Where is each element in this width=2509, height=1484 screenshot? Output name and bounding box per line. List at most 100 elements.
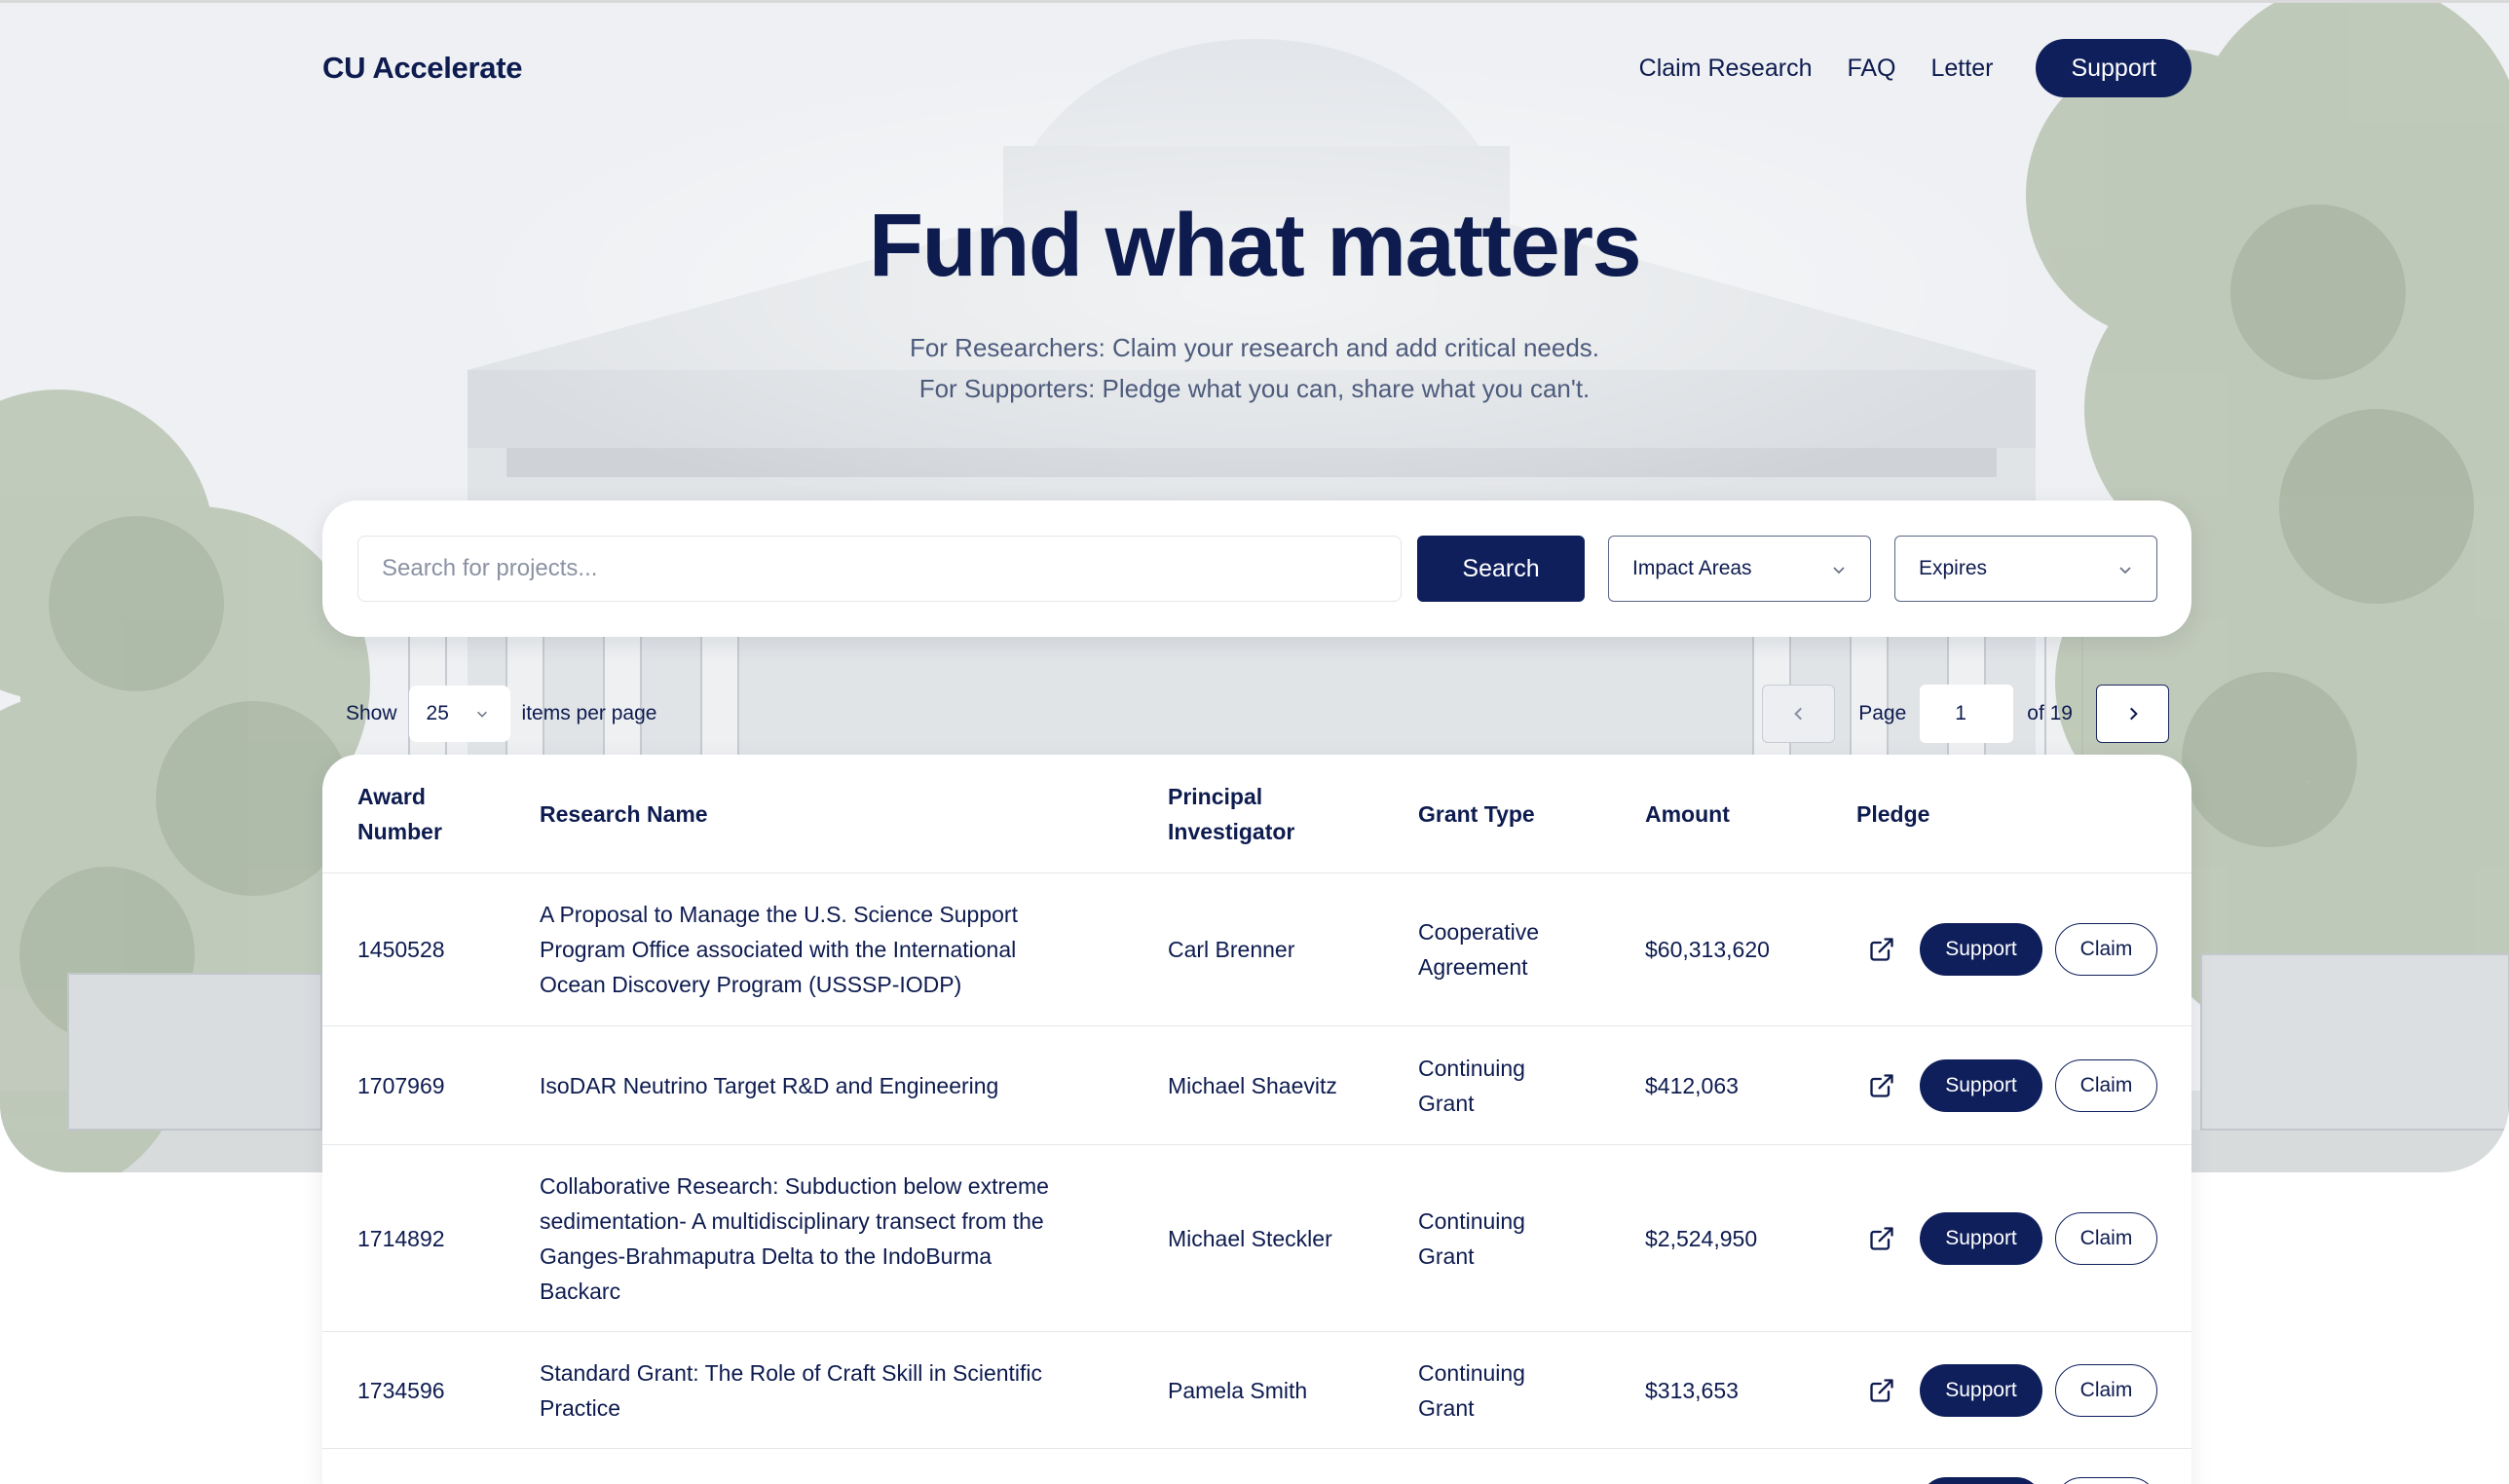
external-link-icon[interactable] — [1868, 1377, 1895, 1404]
top-border — [0, 0, 2509, 3]
grant-type-line: Cooperative — [1418, 919, 1540, 945]
impact-areas-select[interactable]: Impact Areas — [1608, 536, 1871, 602]
subtitle-supporters: For Supporters: Pledge what you can, sha… — [918, 374, 1591, 403]
grant-type-line: Grant — [1418, 1395, 1475, 1421]
col-research-name: Research Name — [540, 801, 708, 827]
research-name[interactable]: Standard Grant: The Role of Craft Skill … — [540, 1355, 1042, 1426]
row-divider — [322, 1025, 2191, 1026]
amount: $313,653 — [1645, 1378, 1739, 1403]
per-page-suffix: items per page — [521, 702, 657, 724]
top-nav: Claim Research FAQ Letter Support — [1639, 39, 2191, 97]
award-number: 1734596 — [357, 1378, 445, 1403]
brand-logo[interactable]: CU Accelerate — [322, 51, 522, 86]
row-divider — [322, 1144, 2191, 1145]
row-divider — [322, 1331, 2191, 1332]
research-name[interactable]: Collaborative Research: Subduction below… — [540, 1169, 1049, 1309]
amount: $412,063 — [1645, 1073, 1739, 1098]
grant-type-line: Grant — [1418, 1091, 1475, 1116]
header-text: Principal — [1168, 784, 1263, 809]
principal-investigator: Michael Steckler — [1168, 1226, 1332, 1251]
nav-faq[interactable]: FAQ — [1847, 55, 1895, 83]
research-name-line: sedimentation- A multidisciplinary trans… — [540, 1208, 1044, 1234]
grant-type: Continuing Grant — [1418, 1051, 1525, 1121]
claim-button[interactable]: Claim — [2055, 1059, 2157, 1112]
search-button[interactable]: Search — [1417, 536, 1585, 602]
research-name-line: Practice — [540, 1395, 621, 1421]
external-link-icon[interactable] — [1868, 1225, 1895, 1252]
col-pledge: Pledge — [1856, 801, 1930, 827]
amount: $60,313,620 — [1645, 937, 1770, 962]
award-number: 1707969 — [357, 1073, 445, 1098]
claim-button[interactable]: Claim — [2055, 1212, 2157, 1265]
col-principal-investigator: Principal Investigator — [1168, 779, 1294, 849]
grant-type-line: Continuing — [1418, 1208, 1525, 1234]
support-button[interactable]: Support — [1920, 1059, 2042, 1112]
research-name-line: IsoDAR Neutrino Target R&D and Engineeri… — [540, 1073, 999, 1098]
research-name-line: Standard Grant: The Role of Craft Skill … — [540, 1360, 1043, 1386]
nav-letter[interactable]: Letter — [1931, 55, 1994, 83]
chevron-down-icon — [476, 711, 487, 718]
per-page-select[interactable]: 25 — [408, 686, 510, 742]
award-number: 1714892 — [357, 1226, 445, 1251]
col-grant-type: Grant Type — [1418, 801, 1535, 827]
external-link-icon[interactable] — [1868, 936, 1895, 963]
claim-button-partial[interactable] — [2055, 1477, 2157, 1484]
research-name-line: Backarc — [540, 1279, 621, 1304]
col-award-number: Award Number — [357, 779, 442, 849]
support-button[interactable]: Support — [1920, 1212, 2042, 1265]
grant-type: Continuing Grant — [1418, 1355, 1525, 1426]
nav-claim-research[interactable]: Claim Research — [1639, 55, 1813, 83]
principal-investigator: Michael Shaevitz — [1168, 1073, 1337, 1098]
show-label: Show — [346, 702, 397, 724]
grant-type: Cooperative Agreement — [1418, 914, 1539, 984]
amount: $2,524,950 — [1645, 1226, 1758, 1251]
claim-button[interactable]: Claim — [2055, 923, 2157, 976]
principal-investigator: Pamela Smith — [1168, 1378, 1308, 1403]
items-per-page-control: Show 25 items per page — [346, 686, 656, 742]
subtitle-researchers: For Researchers: Claim your research and… — [909, 333, 1600, 362]
page-label: Page — [1858, 702, 1907, 724]
research-table: Award Number Research Name Principal Inv… — [322, 755, 2191, 1484]
award-number: 1450528 — [357, 937, 445, 962]
prev-page-button[interactable] — [1762, 685, 1836, 743]
research-name[interactable]: IsoDAR Neutrino Target R&D and Engineeri… — [540, 1068, 998, 1103]
chevron-down-icon — [2119, 567, 2131, 575]
grant-type-line: Continuing — [1418, 1360, 1525, 1386]
research-name-line: Program Office associated with the Inter… — [540, 937, 1017, 962]
grant-type-line: Agreement — [1418, 954, 1528, 980]
support-button[interactable]: Support — [1920, 923, 2042, 976]
page-headline: Fund what matters — [868, 196, 1642, 295]
hero-subtitle: For Researchers: Claim your research and… — [0, 327, 2509, 409]
row-divider — [322, 1448, 2191, 1449]
grant-type-line: Continuing — [1418, 1056, 1525, 1081]
next-page-button[interactable] — [2096, 685, 2169, 743]
support-button[interactable]: Support — [1920, 1364, 2042, 1417]
grant-type-line: Grant — [1418, 1243, 1475, 1269]
research-name-line: A Proposal to Manage the U.S. Science Su… — [540, 902, 1018, 927]
external-link-icon[interactable] — [1868, 1072, 1895, 1099]
research-name-line: Collaborative Research: Subduction below… — [540, 1173, 1049, 1199]
row-divider — [322, 872, 2191, 873]
page-number-input[interactable]: 1 — [1920, 685, 2014, 743]
chevron-right-icon — [2129, 707, 2138, 721]
expires-select[interactable]: Expires — [1894, 536, 2157, 602]
grant-type: Continuing Grant — [1418, 1204, 1525, 1274]
impact-areas-label: Impact Areas — [1632, 557, 1752, 579]
header-text: Investigator — [1168, 819, 1295, 844]
page-total: of 19 — [2027, 702, 2073, 724]
page: CU Accelerate Claim Research FAQ Letter … — [0, 0, 2509, 1484]
principal-investigator: Carl Brenner — [1168, 937, 1295, 962]
col-amount: Amount — [1645, 801, 1730, 827]
pagination: Page 1 of 19 — [1762, 685, 2169, 743]
support-button-partial[interactable] — [1920, 1477, 2042, 1484]
research-name-line: Ganges-Brahmaputra Delta to the IndoBurm… — [540, 1243, 992, 1269]
header-text: Number — [357, 819, 442, 844]
research-name-line: Ocean Discovery Program (USSSP-IODP) — [540, 972, 962, 997]
header-text: Award — [357, 784, 426, 809]
chevron-down-icon — [1833, 567, 1845, 575]
search-panel: Search for projects... Search Impact Are… — [322, 501, 2191, 637]
research-name[interactable]: A Proposal to Manage the U.S. Science Su… — [540, 897, 1018, 1002]
nav-support-button[interactable]: Support — [2036, 39, 2191, 97]
search-input[interactable]: Search for projects... — [357, 536, 1402, 602]
claim-button[interactable]: Claim — [2055, 1364, 2157, 1417]
